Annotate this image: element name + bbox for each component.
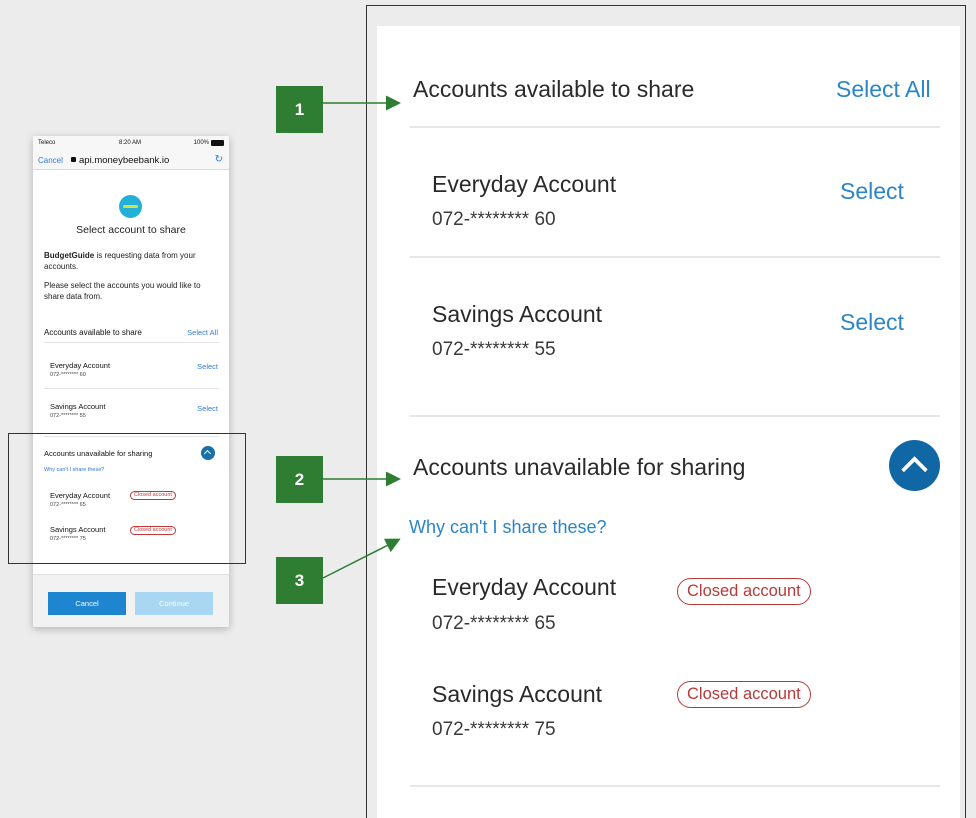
callout-arrows [322, 95, 401, 579]
callout-arrow-3 [322, 538, 401, 579]
